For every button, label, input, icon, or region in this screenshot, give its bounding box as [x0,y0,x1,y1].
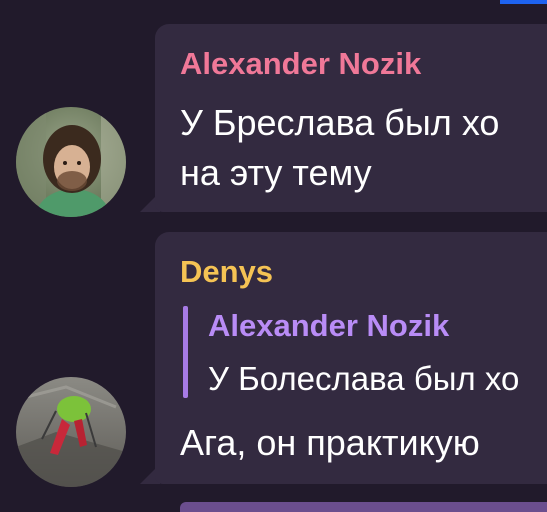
reply-sender-name[interactable]: Alexander Nozik [208,308,449,344]
reply-quote-text[interactable]: У Болеслава был хо [208,360,519,398]
avatar-photo-icon [16,107,126,217]
next-message-bubble-edge [180,502,547,512]
avatar-alexander-nozik[interactable] [16,107,126,217]
avatar-photo-icon [16,377,126,487]
message-bubble[interactable]: Denys Alexander Nozik У Болеслава был хо… [155,232,547,484]
message-text: У Бреслава был хо [180,102,500,143]
message-sender-name[interactable]: Denys [180,254,273,290]
message-bubble[interactable]: Alexander Nozik У Бреслава был хо на эту… [155,24,547,212]
message-text: на эту тему [180,152,372,193]
top-accent-strip [500,0,547,4]
reply-quote-bar [183,306,188,398]
message-sender-name[interactable]: Alexander Nozik [180,46,421,82]
avatar-denys[interactable] [16,377,126,487]
message-text: Ага, он практикую [180,422,480,463]
chat-screen: Alexander Nozik У Бреслава был хо на эту… [0,0,547,512]
